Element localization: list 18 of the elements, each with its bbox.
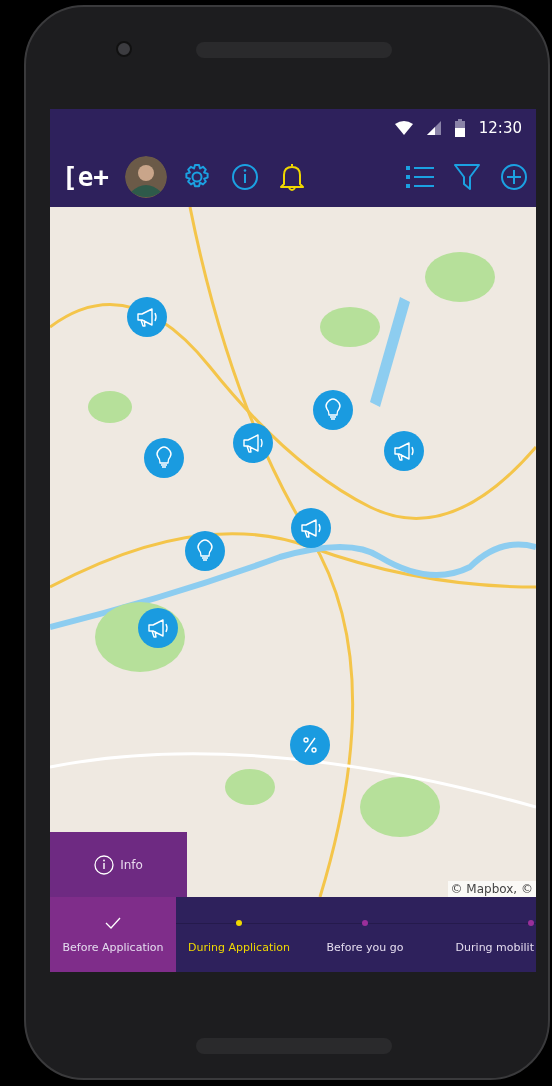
progress-step[interactable]: During Application — [176, 897, 302, 972]
progress-step[interactable]: During mobilit — [428, 897, 536, 972]
wifi-icon — [394, 121, 413, 135]
avatar[interactable] — [124, 156, 167, 198]
signal-icon — [426, 121, 441, 135]
battery-icon — [454, 119, 465, 137]
info-button[interactable]: Info — [50, 832, 187, 897]
step-dot — [362, 920, 368, 926]
step-dot — [528, 920, 534, 926]
clock-time: 12:30 — [478, 119, 522, 137]
info-icon — [94, 854, 115, 875]
camera-dot — [116, 41, 132, 57]
progress-step[interactable]: Before you go — [302, 897, 428, 972]
check-icon — [105, 917, 121, 929]
app-logo[interactable]: [e+ — [62, 162, 109, 192]
step-dot — [236, 920, 242, 926]
progress-step[interactable]: Before Application — [50, 897, 176, 972]
map-attribution[interactable]: © Mapbox, © — [447, 881, 536, 897]
